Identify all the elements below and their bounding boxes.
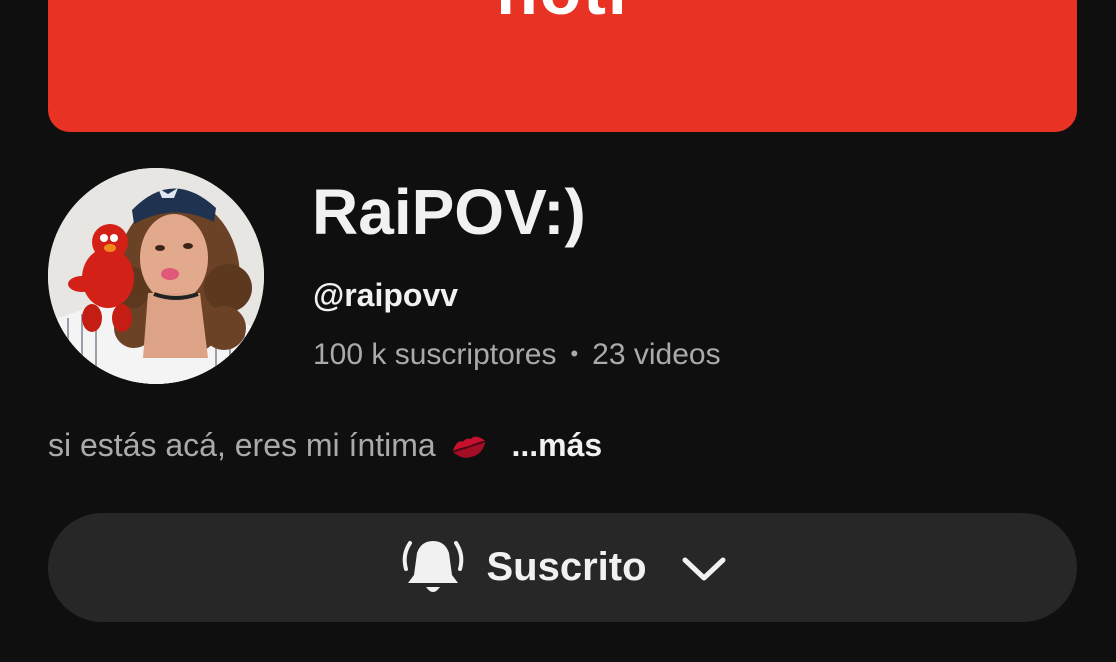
subscribed-label: Suscrito xyxy=(486,545,647,589)
channel-handle: @raipovv xyxy=(313,277,459,313)
bell-icon xyxy=(403,540,464,592)
banner-text: noti xyxy=(48,0,1077,30)
channel-description[interactable]: si estás acá, eres mi íntima ...más xyxy=(48,425,602,465)
avatar[interactable] xyxy=(48,168,264,384)
subscriber-count: 100 k suscriptores xyxy=(313,338,557,371)
avatar-image xyxy=(48,168,264,384)
stats-separator: • xyxy=(570,341,579,366)
channel-page: noti xyxy=(0,0,1116,662)
kiss-mark-icon xyxy=(452,436,486,458)
description-text: si estás acá, eres mi íntima xyxy=(48,427,436,463)
channel-name: RaiPOV:) xyxy=(312,176,586,248)
subscribed-button[interactable]: Suscrito xyxy=(48,513,1077,622)
video-count: 23 videos xyxy=(592,338,721,371)
channel-banner[interactable]: noti xyxy=(48,0,1077,132)
chevron-down-icon xyxy=(682,557,726,580)
more-link[interactable]: ...más xyxy=(511,427,602,463)
channel-stats: 100 k suscriptores • 23 videos xyxy=(313,334,721,375)
